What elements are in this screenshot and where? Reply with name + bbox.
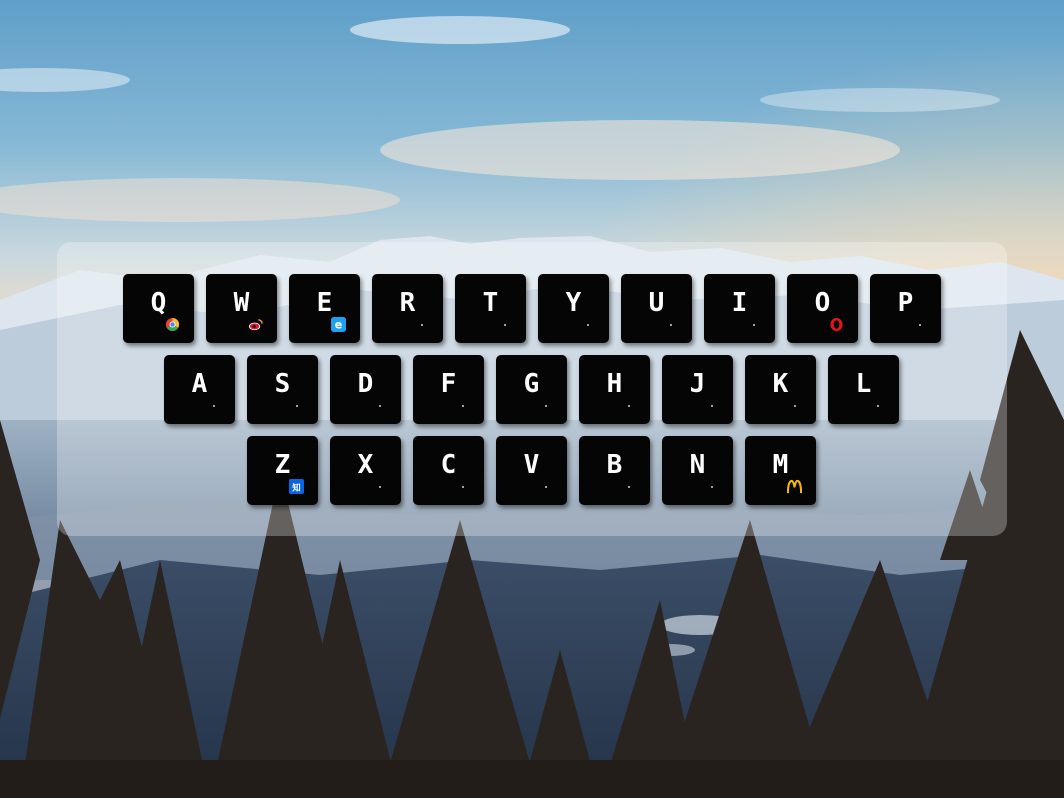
key-label: G bbox=[523, 369, 540, 399]
zhihu-icon: 知 bbox=[289, 479, 304, 494]
key-u[interactable]: U bbox=[621, 274, 692, 343]
key-j[interactable]: J bbox=[662, 355, 733, 424]
key-label: R bbox=[399, 288, 416, 318]
key-m[interactable]: M bbox=[745, 436, 816, 505]
key-y[interactable]: Y bbox=[538, 274, 609, 343]
empty-shortcut-dot bbox=[877, 405, 879, 407]
key-label: K bbox=[772, 369, 789, 399]
empty-shortcut-dot bbox=[628, 405, 630, 407]
key-n[interactable]: N bbox=[662, 436, 733, 505]
key-g[interactable]: G bbox=[496, 355, 567, 424]
key-t[interactable]: T bbox=[455, 274, 526, 343]
empty-shortcut-dot bbox=[462, 486, 464, 488]
empty-shortcut-dot bbox=[628, 486, 630, 488]
key-label: P bbox=[897, 288, 914, 318]
empty-shortcut-dot bbox=[504, 324, 506, 326]
empty-shortcut-dot bbox=[711, 405, 713, 407]
empty-shortcut-dot bbox=[545, 486, 547, 488]
empty-shortcut-dot bbox=[379, 486, 381, 488]
key-label: V bbox=[523, 450, 540, 480]
key-label: I bbox=[731, 288, 748, 318]
key-label: B bbox=[606, 450, 623, 480]
key-a[interactable]: A bbox=[164, 355, 235, 424]
empty-shortcut-dot bbox=[794, 405, 796, 407]
empty-shortcut-dot bbox=[711, 486, 713, 488]
key-label: S bbox=[274, 369, 291, 399]
key-label: E bbox=[316, 288, 333, 318]
key-c[interactable]: C bbox=[413, 436, 484, 505]
opera-icon bbox=[829, 317, 844, 332]
key-label: X bbox=[357, 450, 374, 480]
browser-ball-icon bbox=[165, 317, 180, 332]
ie-browser-icon: e bbox=[331, 317, 346, 332]
empty-shortcut-dot bbox=[296, 405, 298, 407]
key-label: O bbox=[814, 288, 831, 318]
key-k[interactable]: K bbox=[745, 355, 816, 424]
key-label: A bbox=[191, 369, 208, 399]
empty-shortcut-dot bbox=[919, 324, 921, 326]
key-label: C bbox=[440, 450, 457, 480]
key-r[interactable]: R bbox=[372, 274, 443, 343]
empty-shortcut-dot bbox=[753, 324, 755, 326]
key-v[interactable]: V bbox=[496, 436, 567, 505]
key-l[interactable]: L bbox=[828, 355, 899, 424]
key-e[interactable]: Ee bbox=[289, 274, 360, 343]
key-label: U bbox=[648, 288, 665, 318]
svg-text:e: e bbox=[335, 319, 343, 332]
key-label: W bbox=[233, 288, 250, 318]
weibo-icon bbox=[248, 317, 263, 332]
key-d[interactable]: D bbox=[330, 355, 401, 424]
key-x[interactable]: X bbox=[330, 436, 401, 505]
key-label: Z bbox=[274, 450, 291, 480]
key-label: L bbox=[855, 369, 872, 399]
key-label: M bbox=[772, 450, 789, 480]
svg-text:知: 知 bbox=[292, 482, 300, 492]
key-w[interactable]: W bbox=[206, 274, 277, 343]
key-label: Y bbox=[565, 288, 582, 318]
empty-shortcut-dot bbox=[670, 324, 672, 326]
key-label: J bbox=[689, 369, 706, 399]
key-f[interactable]: F bbox=[413, 355, 484, 424]
key-s[interactable]: S bbox=[247, 355, 318, 424]
key-label: N bbox=[689, 450, 706, 480]
key-q[interactable]: Q bbox=[123, 274, 194, 343]
key-b[interactable]: B bbox=[579, 436, 650, 505]
key-label: F bbox=[440, 369, 457, 399]
key-p[interactable]: P bbox=[870, 274, 941, 343]
empty-shortcut-dot bbox=[379, 405, 381, 407]
empty-shortcut-dot bbox=[421, 324, 423, 326]
key-label: Q bbox=[150, 288, 167, 318]
key-h[interactable]: H bbox=[579, 355, 650, 424]
mcdonalds-icon bbox=[787, 479, 802, 494]
empty-shortcut-dot bbox=[545, 405, 547, 407]
key-label: H bbox=[606, 369, 623, 399]
empty-shortcut-dot bbox=[462, 405, 464, 407]
key-i[interactable]: I bbox=[704, 274, 775, 343]
key-z[interactable]: Z知 bbox=[247, 436, 318, 505]
empty-shortcut-dot bbox=[213, 405, 215, 407]
empty-shortcut-dot bbox=[587, 324, 589, 326]
key-label: D bbox=[357, 369, 374, 399]
key-o[interactable]: O bbox=[787, 274, 858, 343]
key-label: T bbox=[482, 288, 499, 318]
